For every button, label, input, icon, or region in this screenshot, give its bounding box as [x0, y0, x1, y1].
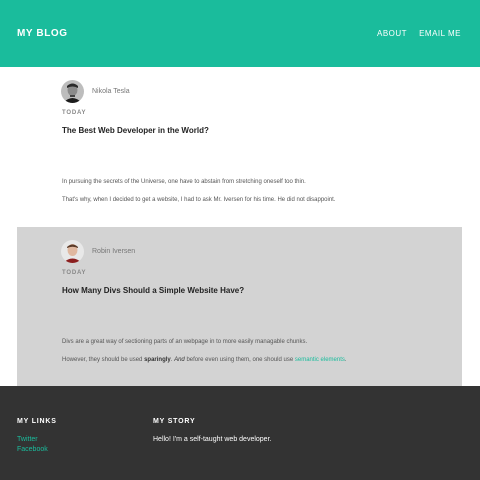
site-footer: MY LINKS Twitter Facebook MY STORY Hello… [0, 386, 480, 480]
text-span: However, they should be used [62, 357, 145, 363]
semantic-elements-link[interactable]: semantic elements [295, 357, 345, 363]
facebook-link[interactable]: Facebook [17, 446, 48, 453]
post-paragraph: However, they should be used sparingly. … [62, 357, 347, 363]
site-brand[interactable]: MY BLOG [17, 28, 68, 39]
post-date: TODAY [62, 110, 87, 116]
blog-post: Robin Iversen TODAY How Many Divs Should… [17, 227, 462, 386]
twitter-link[interactable]: Twitter [17, 436, 48, 443]
nav-link-about[interactable]: ABOUT [377, 29, 407, 38]
text-span: before even using them, one should use [184, 357, 295, 363]
blog-post: Nikola Tesla TODAY The Best Web Develope… [0, 67, 480, 227]
post-paragraph: That's why, when I decided to get a webs… [62, 197, 336, 203]
author-name: Nikola Tesla [92, 88, 130, 95]
post-title[interactable]: How Many Divs Should a Simple Website Ha… [62, 286, 244, 295]
footer-links-list: Twitter Facebook [17, 436, 48, 453]
post-paragraph: Divs are a great way of sectioning parts… [62, 339, 308, 345]
post-paragraph: In pursuing the secrets of the Universe,… [62, 179, 306, 185]
author-avatar [61, 240, 84, 263]
author-name: Robin Iversen [92, 248, 136, 255]
main-nav: ABOUT EMAIL ME [377, 29, 461, 38]
nav-link-email-me[interactable]: EMAIL ME [419, 29, 461, 38]
text-span: . [344, 357, 347, 363]
post-title[interactable]: The Best Web Developer in the World? [62, 126, 209, 135]
post-date: TODAY [62, 270, 87, 276]
footer-links-heading: MY LINKS [17, 418, 57, 425]
emphasis-text: sparingly [144, 357, 171, 363]
post-author: Robin Iversen [61, 240, 135, 263]
site-header: MY BLOG ABOUT EMAIL ME [0, 0, 480, 67]
footer-story-heading: MY STORY [153, 418, 196, 425]
footer-story-text: Hello! I'm a self-taught web developer. [153, 436, 272, 443]
italic-text: And [174, 357, 185, 363]
author-avatar [61, 80, 84, 103]
post-author: Nikola Tesla [61, 80, 130, 103]
